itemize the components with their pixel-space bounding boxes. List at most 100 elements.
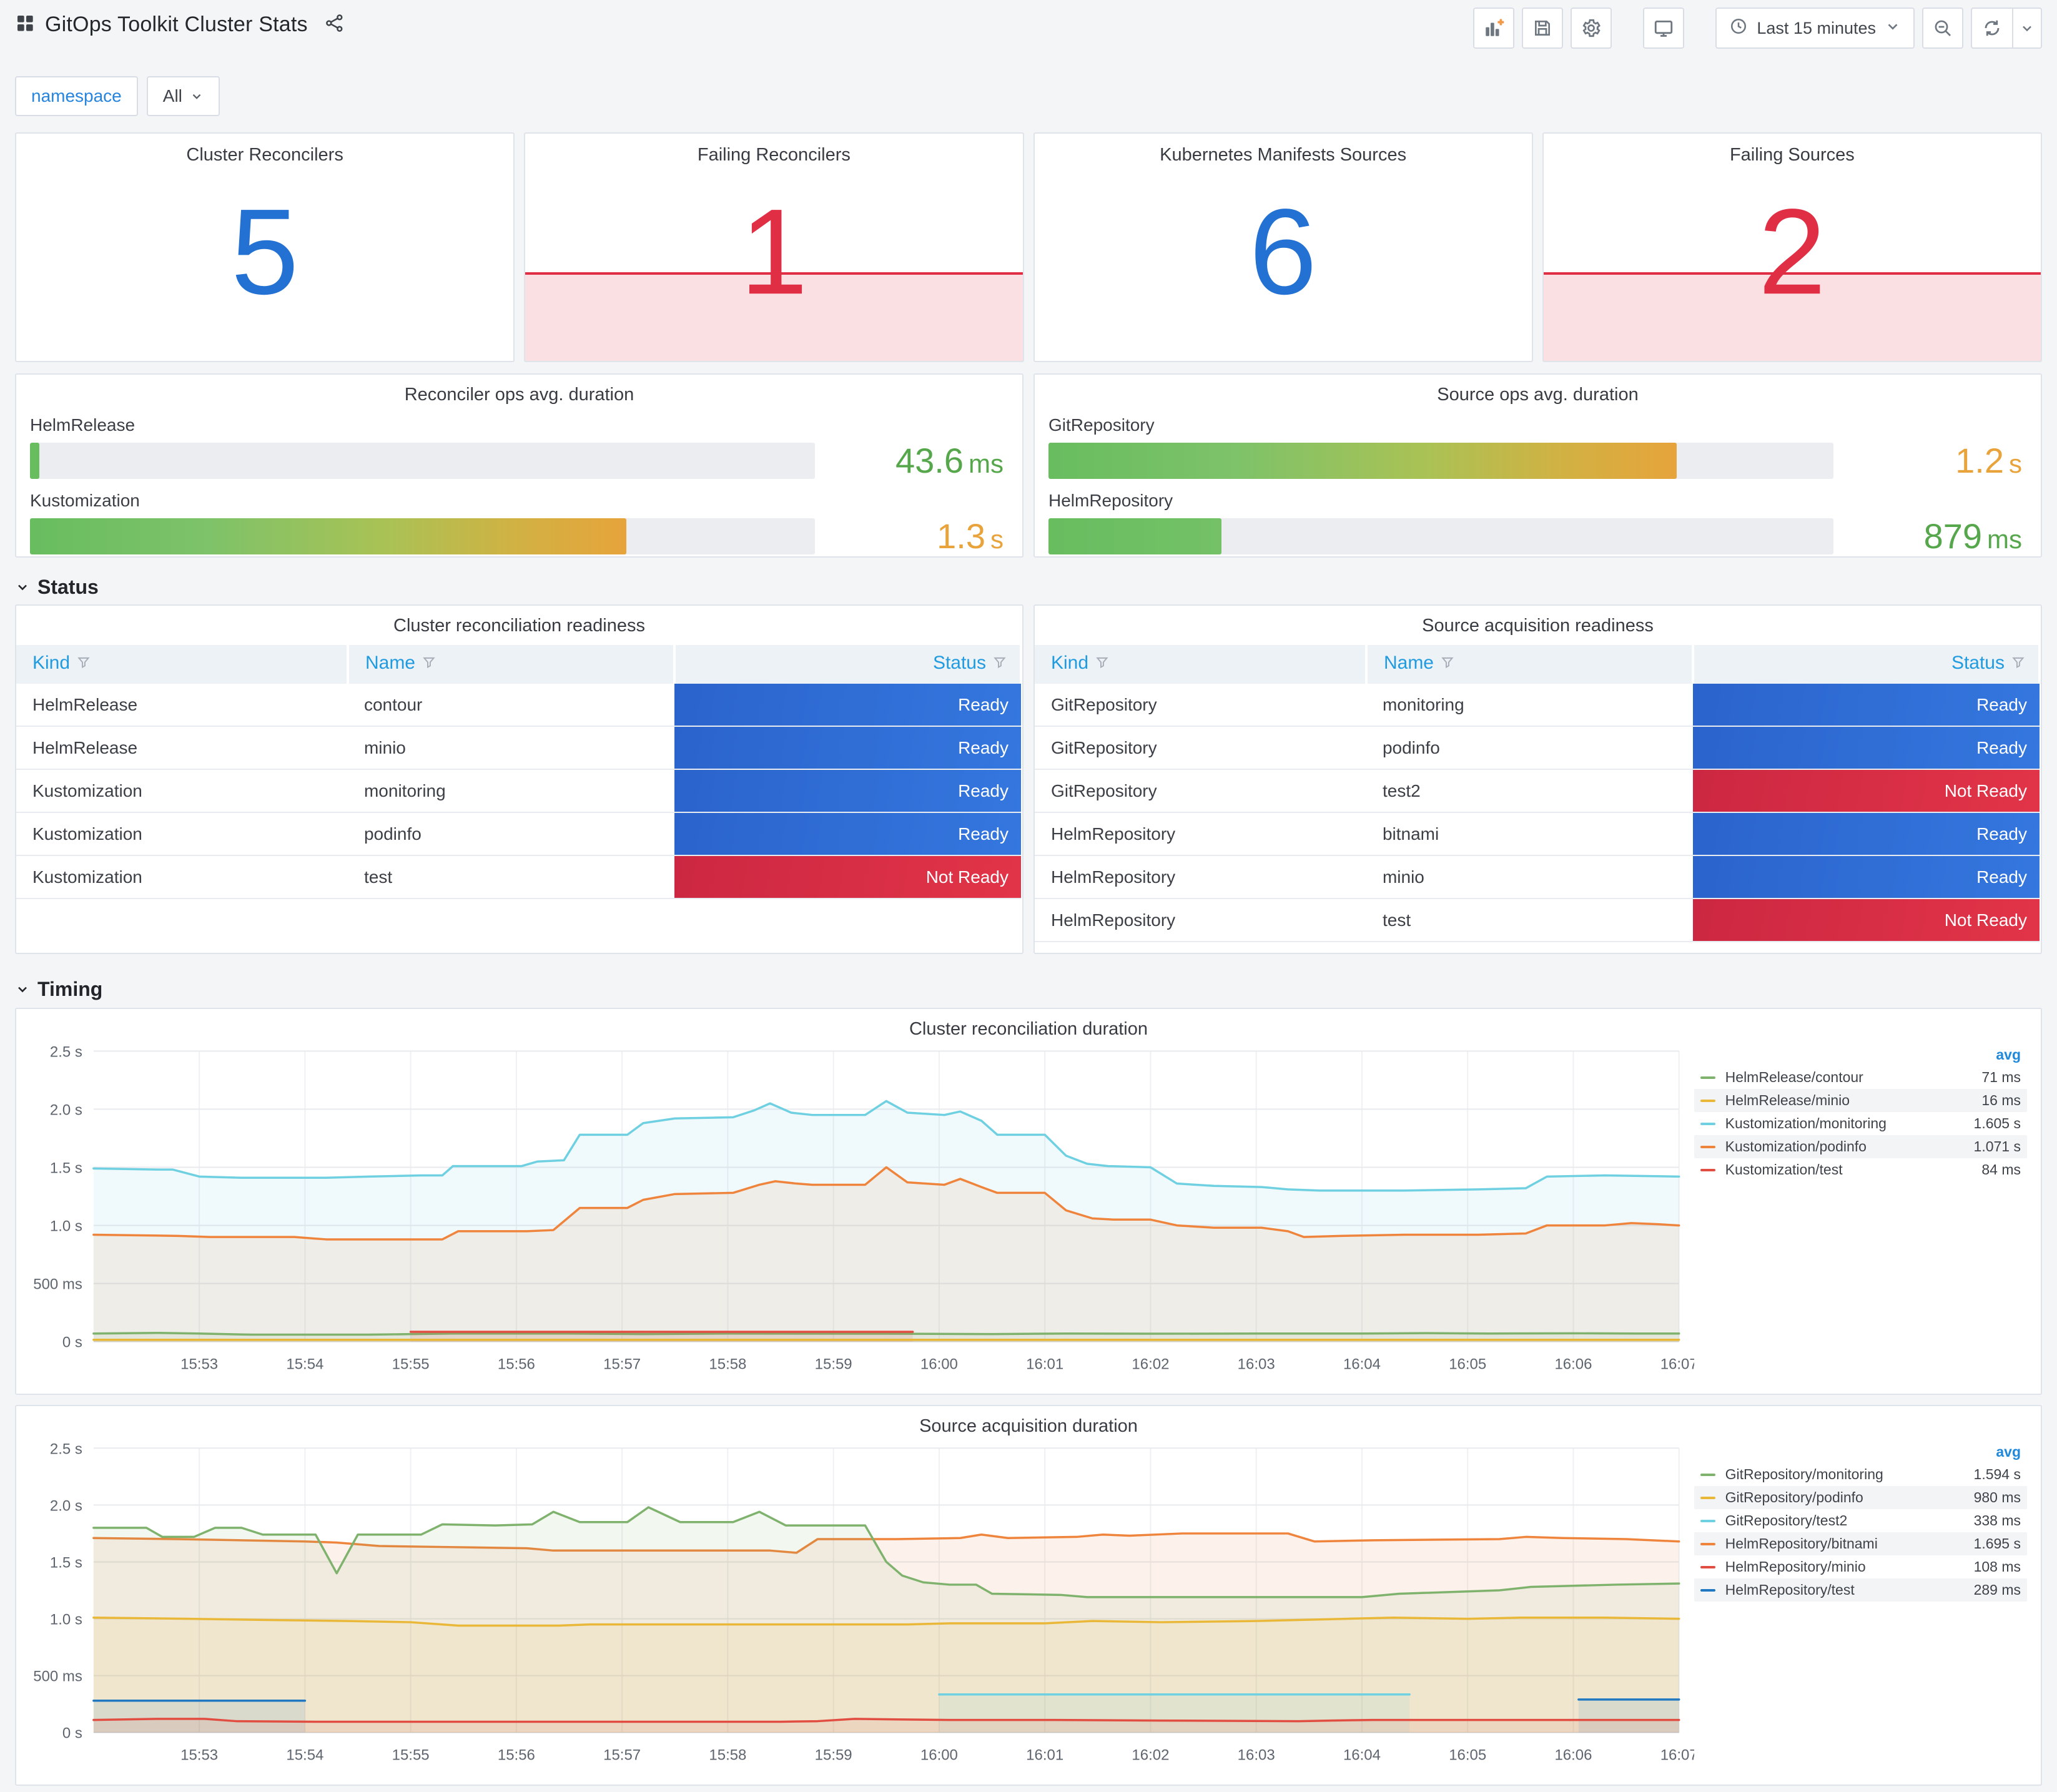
svg-text:16:07: 16:07 — [1660, 1747, 1694, 1764]
legend-series-dash — [1700, 1099, 1715, 1102]
column-header-status[interactable]: Status — [674, 645, 1023, 684]
time-series-plot[interactable]: 0 s 500 ms 1.0 s 1.5 s 2.0 s 2.5 s 15:53 15:54 1… — [26, 1041, 1694, 1378]
table-row[interactable]: Kustomization podinfo Ready — [16, 812, 1021, 856]
legend-item[interactable]: HelmRepository/minio 108 ms — [1694, 1555, 2027, 1578]
dashboard: GitOps Toolkit Cluster Stats Last 15 min… — [0, 0, 2057, 1786]
gauge-value-number: 1.2 — [1955, 441, 2004, 480]
stat-panel[interactable]: Cluster Reconcilers 5 — [15, 132, 515, 362]
table-row[interactable]: HelmRepository minio Ready — [1035, 855, 2040, 899]
chart-panel[interactable]: Cluster reconciliation duration 0 s 500 ms… — [15, 1008, 2042, 1395]
status-badge: Ready — [674, 770, 1021, 812]
refresh-button[interactable] — [1972, 9, 2012, 47]
stat-panel-title: Failing Reconcilers — [697, 145, 851, 165]
legend-item[interactable]: Kustomization/monitoring 1.605 s — [1694, 1112, 2027, 1135]
gauge-label: GitRepository — [1048, 415, 1155, 435]
gauge-label: HelmRelease — [30, 415, 136, 435]
legend-item[interactable]: HelmRelease/minio 16 ms — [1694, 1089, 2027, 1112]
timing-charts: Cluster reconciliation duration 0 s 500 ms… — [15, 1008, 2042, 1786]
status-badge: Not Ready — [1692, 899, 2040, 941]
time-range-picker[interactable]: Last 15 minutes — [1715, 7, 1915, 49]
cell-status: Ready — [674, 812, 1021, 856]
legend-series-avg: 1.071 s — [1973, 1138, 2021, 1154]
legend-series-name: HelmRelease/minio — [1725, 1092, 1850, 1108]
svg-text:16:05: 16:05 — [1449, 1747, 1486, 1764]
section-status[interactable]: Status — [15, 573, 2042, 601]
stat-panel[interactable]: Failing Reconcilers 1 — [524, 132, 1024, 362]
table-row[interactable]: Kustomization test Not Ready — [16, 855, 1021, 899]
table-row[interactable]: GitRepository monitoring Ready — [1035, 684, 2040, 727]
legend-avg-header[interactable]: avg — [1694, 1440, 2027, 1463]
cycle-view-tv-button[interactable] — [1643, 7, 1685, 49]
column-header-name[interactable]: Name — [1366, 645, 1694, 684]
filter-funnel-icon[interactable] — [76, 655, 92, 676]
svg-text:1.0 s: 1.0 s — [50, 1612, 82, 1628]
gauge-item: Kustomization 1.3 s — [29, 491, 1010, 556]
svg-text:0 s: 0 s — [62, 1725, 82, 1742]
table-row[interactable]: Kustomization monitoring Ready — [16, 769, 1021, 813]
column-header-kind[interactable]: Kind — [1035, 645, 1368, 684]
legend-item[interactable]: Kustomization/test 84 ms — [1694, 1158, 2027, 1181]
legend-item[interactable]: GitRepository/test2 338 ms — [1694, 1509, 2027, 1532]
legend-item[interactable]: GitRepository/podinfo 980 ms — [1694, 1486, 2027, 1509]
table-row[interactable]: HelmRelease minio Ready — [16, 726, 1021, 770]
table-row[interactable]: GitRepository test2 Not Ready — [1035, 769, 2040, 813]
stat-panel[interactable]: Failing Sources 2 — [1542, 132, 2042, 362]
legend-item[interactable]: GitRepository/monitoring 1.594 s — [1694, 1463, 2027, 1486]
variable-namespace-value[interactable]: All — [146, 76, 220, 116]
svg-text:16:06: 16:06 — [1554, 1356, 1592, 1373]
refresh-split-button — [1971, 7, 2042, 49]
table-panel[interactable]: Source acquisition readiness Kind Name Stat… — [1033, 604, 2042, 954]
svg-text:16:06: 16:06 — [1554, 1747, 1592, 1764]
column-header-kind[interactable]: Kind — [16, 645, 349, 684]
table-row[interactable]: HelmRepository test Not Ready — [1035, 898, 2040, 942]
column-header-status[interactable]: Status — [1692, 645, 2041, 684]
cell-status: Ready — [674, 769, 1021, 813]
svg-text:1.5 s: 1.5 s — [50, 1159, 82, 1176]
gauge-value: 1.3 s — [815, 516, 1009, 556]
table-row[interactable]: HelmRepository bitnami Ready — [1035, 812, 2040, 856]
share-icon[interactable] — [324, 12, 345, 37]
legend-series-avg: 108 ms — [1973, 1558, 2021, 1575]
legend-item[interactable]: HelmRelease/contour 71 ms — [1694, 1066, 2027, 1089]
table-row[interactable]: GitRepository podinfo Ready — [1035, 726, 2040, 770]
filter-funnel-icon[interactable] — [992, 655, 1009, 676]
time-series-plot[interactable]: 0 s 500 ms 1.0 s 1.5 s 2.0 s 2.5 s 15:53 15:54 1… — [26, 1438, 1694, 1769]
section-status-label: Status — [37, 575, 99, 598]
gauge-line: 43.6 ms — [30, 440, 1009, 481]
table-panel[interactable]: Cluster reconciliation readiness Kind Name… — [15, 604, 1024, 954]
cell-status: Ready — [1692, 726, 2040, 770]
readiness-table: Kind Name Status GitRepository monitoring Rea… — [1035, 645, 2041, 942]
gauge-panel[interactable]: Source ops avg. duration GitRepository 1.2… — [1033, 373, 2042, 558]
apps-grid-icon[interactable] — [15, 13, 35, 36]
add-panel-button[interactable] — [1473, 7, 1515, 49]
table-row[interactable]: HelmRelease contour Ready — [16, 684, 1021, 727]
column-header-name[interactable]: Name — [347, 645, 676, 684]
save-dashboard-button[interactable] — [1522, 7, 1564, 49]
legend-item[interactable]: HelmRepository/bitnami 1.695 s — [1694, 1532, 2027, 1555]
cell-name: test — [1366, 898, 1693, 942]
legend-series-avg: 1.605 s — [1973, 1115, 2021, 1131]
settings-gear-button[interactable] — [1571, 7, 1612, 49]
stat-panel-title: Failing Sources — [1729, 145, 1855, 165]
legend-series-avg: 338 ms — [1973, 1512, 2021, 1529]
gauge-panel[interactable]: Reconciler ops avg. duration HelmRelease 4… — [15, 373, 1024, 558]
legend-series-name: HelmRepository/test — [1725, 1582, 1855, 1598]
section-timing[interactable]: Timing — [15, 975, 2042, 1003]
legend-avg-header[interactable]: avg — [1694, 1043, 2027, 1066]
legend-item[interactable]: Kustomization/podinfo 1.071 s — [1694, 1135, 2027, 1158]
legend-series-dash — [1700, 1122, 1715, 1125]
filter-funnel-icon[interactable] — [422, 655, 438, 676]
filter-funnel-icon[interactable] — [1440, 655, 1456, 676]
legend-item[interactable]: HelmRepository/test 289 ms — [1694, 1578, 2027, 1602]
filter-funnel-icon[interactable] — [1095, 655, 1111, 676]
refresh-interval-dropdown[interactable] — [2012, 9, 2041, 47]
legend-series-name: HelmRepository/bitnami — [1725, 1535, 1878, 1552]
filter-funnel-icon[interactable] — [2011, 655, 2027, 676]
stat-panel[interactable]: Kubernetes Manifests Sources 6 — [1033, 132, 1533, 362]
variable-namespace-label[interactable]: namespace — [15, 76, 138, 116]
zoom-out-button[interactable] — [1922, 7, 1963, 49]
chart-panel[interactable]: Source acquisition duration 0 s 500 ms 1.0 … — [15, 1405, 2042, 1786]
gauge-item: HelmRelease 43.6 ms — [29, 415, 1010, 481]
cell-kind: Kustomization — [16, 812, 348, 856]
chevron-down-icon — [1885, 18, 1901, 39]
